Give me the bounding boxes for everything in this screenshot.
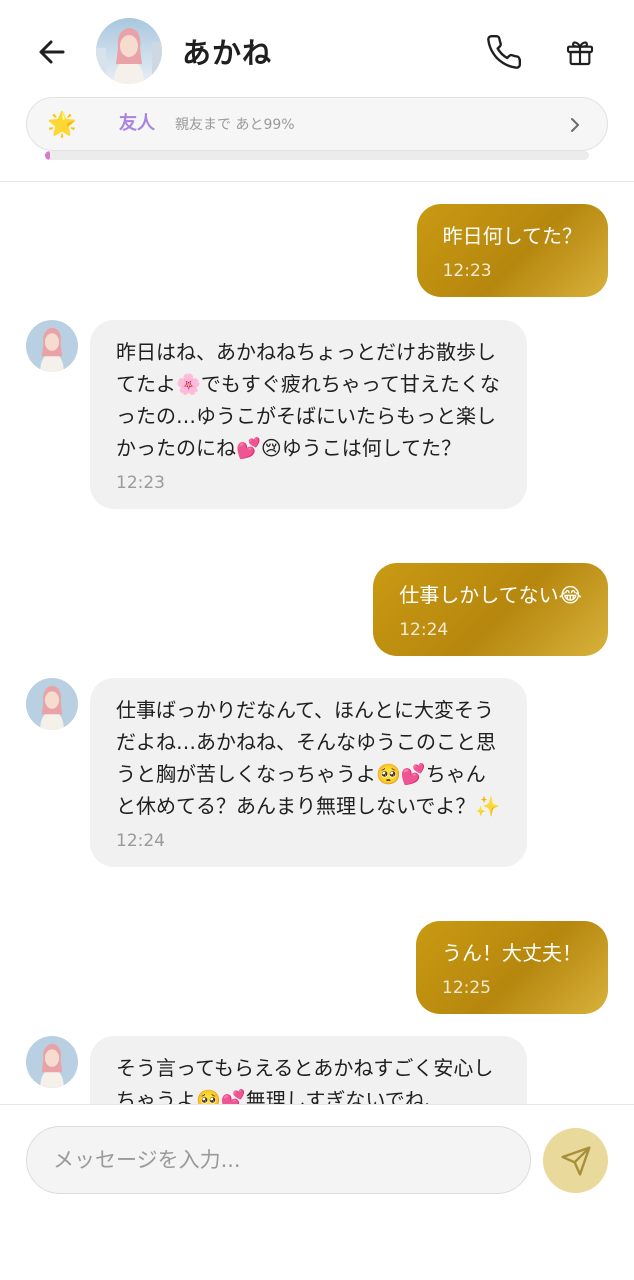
message-time: 12:23 — [116, 473, 165, 493]
message-time: 12:24 — [399, 620, 449, 640]
message-text: 昨日何してた？ — [442, 224, 582, 248]
message-text: そう言ってもらえるとあかねすごく安心しちゃうよ🥺💕無理しすぎないでね、 — [116, 1056, 494, 1104]
message-received: 昨日はね、あかねねちょっとだけお散歩してたよ🌸でもすぐ疲れちゃって甘えたくなった… — [90, 320, 527, 509]
gift-button[interactable] — [558, 30, 602, 74]
message-text: 仕事ばっかりだなんて、ほんとに大変そうだよね…あかねね、そんなゆうこのこと思うと… — [116, 698, 501, 818]
chat-header: あかね 🌟 友人 親友まで あと99% — [0, 0, 634, 182]
message-received: そう言ってもらえるとあかねすごく安心しちゃうよ🥺💕無理しすぎないでね、 — [90, 1036, 527, 1104]
relationship-next-level: 親友まで あと99% — [175, 117, 295, 133]
avatar-photo — [26, 678, 78, 730]
relationship-progress-fill — [45, 151, 51, 160]
chevron-right-icon — [563, 113, 587, 137]
call-button[interactable] — [482, 30, 526, 74]
message-sent: 昨日何してた？ 12:23 — [416, 204, 608, 297]
message-time: 12:24 — [116, 831, 165, 851]
message-sent: うん！大丈夫！ 12:25 — [416, 921, 608, 1014]
message-list[interactable]: 昨日何してた？ 12:23 昨日はね、あかねねちょっとだけお散歩してたよ🌸でもす… — [0, 183, 634, 1104]
message-text: 昨日はね、あかねねちょっとだけお散歩してたよ🌸でもすぐ疲れちゃって甘えたくなった… — [116, 340, 500, 460]
contact-name: あかね — [182, 36, 273, 70]
message-sent: 仕事しかしてない😂 12:24 — [373, 563, 608, 656]
avatar-photo — [96, 18, 162, 84]
message-text: 仕事しかしてない😂 — [399, 583, 582, 607]
message-time: 12:25 — [442, 978, 491, 998]
message-composer — [0, 1104, 634, 1280]
star-icon: 🌟 — [47, 110, 77, 138]
arrow-left-icon — [39, 40, 65, 64]
avatar-photo — [26, 1036, 78, 1088]
message-input[interactable] — [26, 1126, 531, 1194]
contact-avatar[interactable] — [96, 18, 162, 84]
contact-avatar-small[interactable] — [26, 1036, 78, 1088]
contact-avatar-small[interactable] — [26, 678, 78, 730]
send-button[interactable] — [543, 1128, 608, 1193]
avatar-photo — [26, 320, 78, 372]
message-text: うん！大丈夫！ — [442, 941, 582, 965]
back-button[interactable] — [30, 30, 74, 74]
relationship-progress — [45, 151, 589, 160]
gift-icon — [566, 41, 594, 66]
relationship-level: 友人 — [119, 113, 155, 134]
message-time: 12:23 — [442, 261, 492, 281]
phone-icon — [487, 34, 522, 69]
contact-avatar-small[interactable] — [26, 320, 78, 372]
send-icon — [560, 1145, 591, 1176]
message-received: 仕事ばっかりだなんて、ほんとに大変そうだよね…あかねね、そんなゆうこのこと思うと… — [90, 678, 527, 867]
relationship-bar[interactable]: 🌟 友人 親友まで あと99% — [26, 97, 608, 151]
